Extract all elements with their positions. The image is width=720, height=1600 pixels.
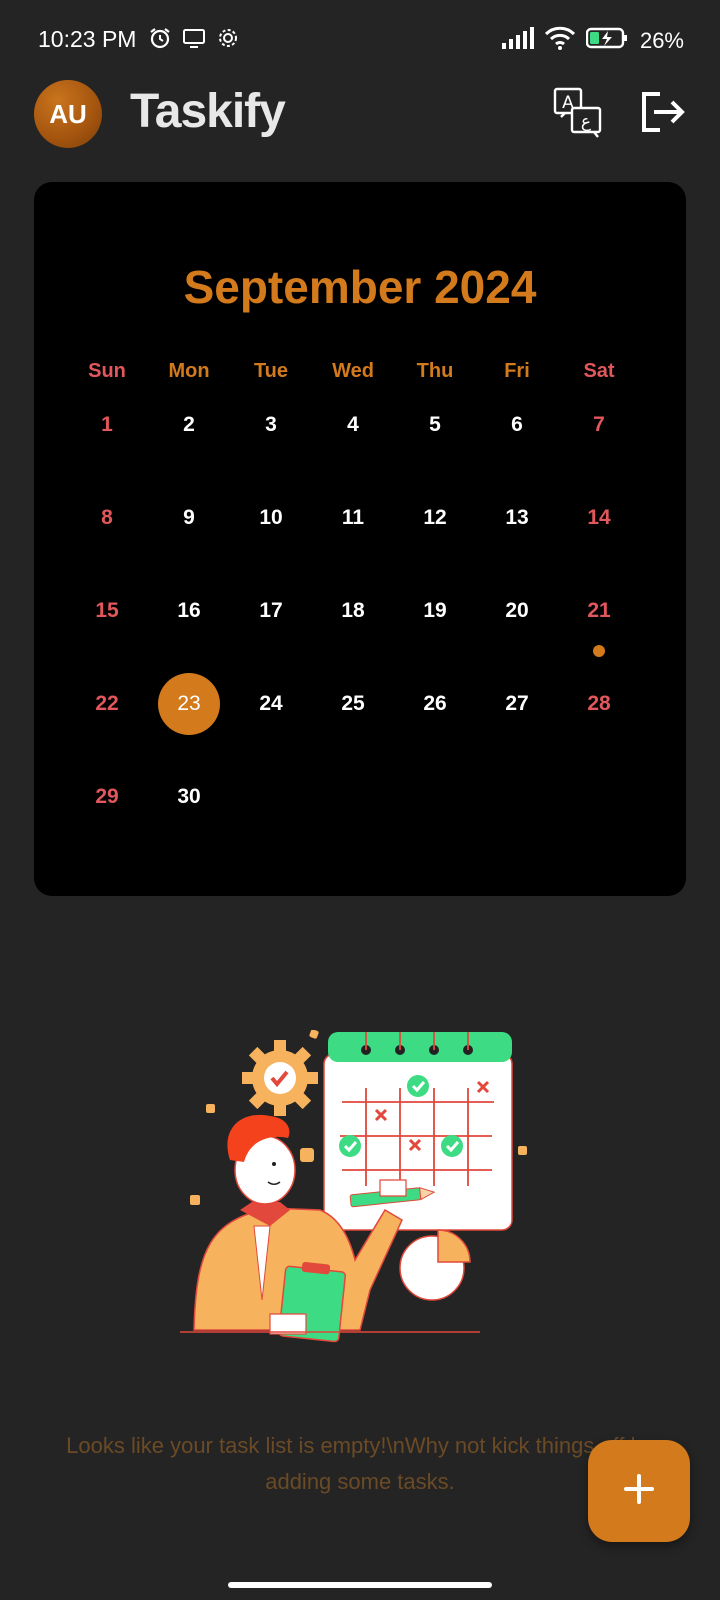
calendar-day[interactable]: 10	[240, 487, 302, 549]
calendar-day[interactable]: 16	[158, 580, 220, 642]
status-bar: 10:23 PM 26%	[0, 0, 720, 80]
app-title: Taskify	[130, 85, 286, 138]
calendar-day[interactable]: 2	[158, 394, 220, 456]
empty-state-message: Looks like your task list is empty!\nWhy…	[66, 1433, 654, 1494]
calendar-day[interactable]: 14	[568, 487, 630, 549]
settings-icon	[216, 26, 240, 55]
empty-tasks-illustration	[170, 1029, 550, 1370]
calendar-day[interactable]: 7	[568, 394, 630, 456]
translate-button[interactable]: A ع	[552, 86, 604, 138]
calendar-day[interactable]: 26	[404, 673, 466, 735]
calendar-day[interactable]: 6	[486, 394, 548, 456]
signal-icon	[501, 27, 534, 54]
add-task-button[interactable]	[588, 1440, 690, 1542]
avatar[interactable]: AU	[34, 80, 102, 148]
calendar-day[interactable]: 12	[404, 487, 466, 549]
screen-cast-icon	[182, 26, 206, 55]
calendar-day[interactable]: 5	[404, 394, 466, 456]
calendar-day[interactable]: 21	[568, 580, 630, 642]
translate-icon: A ع	[552, 87, 604, 142]
calendar-day[interactable]: 3	[240, 394, 302, 456]
calendar-day[interactable]: 25	[322, 673, 384, 735]
calendar-day[interactable]: 19	[404, 580, 466, 642]
calendar-day[interactable]: 27	[486, 673, 548, 735]
wifi-icon	[544, 26, 576, 55]
status-time: 10:23 PM	[38, 26, 137, 52]
calendar-day[interactable]: 8	[76, 487, 138, 549]
calendar-day[interactable]: 1	[76, 394, 138, 456]
plus-icon	[623, 1473, 655, 1510]
calendar-days: 1 2 3 4 5 6 7 8 9 10 11 12 13 14 15 16 17 18 19 20 21 22 23 24 2…	[34, 182, 686, 896]
calendar-day[interactable]: 17	[240, 580, 302, 642]
app-header: AU Taskify A ع	[0, 80, 720, 170]
logout-button[interactable]	[638, 88, 686, 136]
calendar-day[interactable]: 22	[76, 673, 138, 735]
calendar-day[interactable]: 18	[322, 580, 384, 642]
calendar-day[interactable]: 9	[158, 487, 220, 549]
calendar-day[interactable]: 30	[158, 766, 220, 828]
calendar-day[interactable]: 15	[76, 580, 138, 642]
event-indicator-dot	[593, 645, 605, 657]
alarm-icon	[148, 26, 172, 55]
calendar-day[interactable]: 28	[568, 673, 630, 735]
battery-charging-icon	[585, 26, 630, 55]
calendar-day[interactable]: 23	[158, 673, 220, 735]
calendar: September 2024 Sun Mon Tue Wed Thu Fri S…	[34, 182, 686, 896]
calendar-day[interactable]: 24	[240, 673, 302, 735]
svg-text:ع: ع	[581, 112, 591, 132]
calendar-day[interactable]: 20	[486, 580, 548, 642]
calendar-day[interactable]: 4	[322, 394, 384, 456]
logout-icon	[638, 92, 686, 140]
calendar-day[interactable]: 29	[76, 766, 138, 828]
calendar-day[interactable]: 13	[486, 487, 548, 549]
home-indicator[interactable]	[228, 1582, 492, 1588]
battery-percentage: 26%	[639, 27, 684, 53]
calendar-day[interactable]: 11	[322, 487, 384, 549]
